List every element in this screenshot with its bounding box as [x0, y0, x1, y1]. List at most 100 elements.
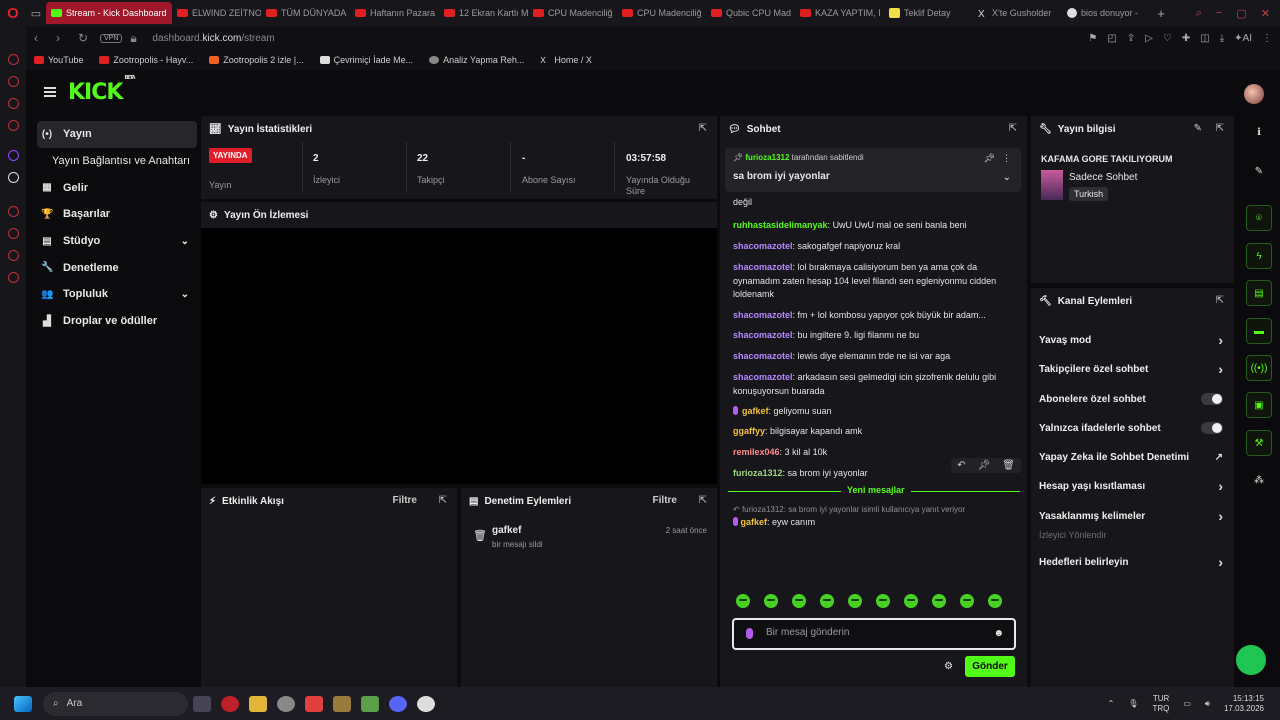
channel-action-item[interactable]: Abonelere özel sohbet	[1039, 389, 1223, 409]
chevron-down-icon[interactable]: ⌄	[181, 236, 189, 247]
chat-username[interactable]: shacomazotel	[733, 241, 793, 251]
chat-username[interactable]: shacomazotel	[733, 262, 793, 272]
browser-tab[interactable]: X X'te Gusholder	[973, 2, 1062, 24]
popout-icon[interactable]: ⇱	[439, 495, 447, 506]
language-indicator[interactable]: TUR TRQ	[1152, 694, 1169, 714]
chat-settings-icon[interactable]: ⚙	[944, 661, 953, 672]
channel-action-item[interactable]: Hesap yaşı kısıtlaması ›	[1039, 476, 1223, 496]
x-icon[interactable]	[8, 172, 19, 183]
chat-username[interactable]: gafkef	[741, 517, 768, 527]
goals-item[interactable]: Hedefleri belirleyin ›	[1039, 552, 1223, 572]
video-preview[interactable]	[201, 228, 717, 484]
pinned-message[interactable]: 📌︎ furioza1312 tarafından sabitlendi sa …	[725, 148, 1021, 192]
kick-logo[interactable]: KICKBETA	[68, 75, 136, 105]
help-button[interactable]	[1236, 645, 1266, 675]
nav-item[interactable]: ▤ Stüdyo ⌄	[37, 228, 197, 255]
chat-username[interactable]: shacomazotel	[733, 310, 793, 320]
chevron-down-icon[interactable]: ⌄	[181, 289, 189, 300]
stream-category[interactable]: Sadece Sohbet	[1069, 172, 1137, 183]
maximize-button[interactable]: ▢	[1236, 7, 1246, 20]
opera-logo-icon[interactable]: O	[0, 5, 26, 22]
sidebar-app-icon[interactable]	[8, 54, 19, 65]
app-icon[interactable]	[277, 695, 295, 712]
settings-icon[interactable]	[8, 272, 19, 283]
chevron-down-icon[interactable]: ⌄	[1003, 172, 1011, 183]
bookmark-item[interactable]: Zootropolis - Hayv...	[99, 55, 193, 65]
mod-log-user[interactable]: gafkef	[492, 525, 521, 536]
toggle-switch[interactable]	[1201, 422, 1223, 434]
nav-item[interactable]: (•) Yayın	[37, 121, 197, 148]
channel-action-item[interactable]: Yavaş mod ›	[1039, 330, 1223, 350]
bookmark-item[interactable]: X Home / X	[540, 55, 592, 65]
taskbar-search[interactable]: ⌕ Ara	[43, 691, 188, 716]
play-icon[interactable]: ▷	[1145, 33, 1153, 44]
close-button[interactable]: ✕	[1261, 7, 1270, 20]
popout-icon[interactable]: ⇱	[1216, 123, 1224, 134]
forward-icon[interactable]: ›	[56, 31, 70, 45]
browser-tab[interactable]: CPU Madenciliğ	[528, 2, 617, 24]
windows-start-icon[interactable]	[14, 695, 32, 712]
chat-username[interactable]: gafkef	[742, 406, 769, 416]
send-button[interactable]: Gönder	[965, 656, 1015, 677]
vpn-badge[interactable]: VPN	[100, 33, 123, 43]
bookmark-icon[interactable]: ⚑	[1088, 33, 1097, 44]
emote-icon[interactable]	[988, 594, 1002, 608]
volume-icon[interactable]: 🔊︎	[1205, 699, 1210, 709]
channel-action-item[interactable]: Takipçilere özel sohbet ›	[1039, 359, 1223, 379]
screenshot-icon[interactable]: ⌾	[1246, 205, 1272, 231]
browser-tab[interactable]: ELWIND ZEİTNO	[172, 2, 261, 24]
broadcast-icon[interactable]: ((•))	[1246, 355, 1272, 381]
pin-icon[interactable]: 📌︎	[978, 460, 991, 471]
chat-username[interactable]: ruhhastasidelimanyak	[733, 220, 828, 230]
wrench-icon[interactable]: ⚒	[1246, 430, 1272, 456]
browser-tab[interactable]: 12 Ekran Kartlı M	[439, 2, 528, 24]
app-icon[interactable]	[333, 695, 351, 712]
nav-item[interactable]: Yayın Bağlantısı ve Anahtarı	[37, 148, 197, 175]
emote-icon[interactable]	[764, 594, 778, 608]
nav-item[interactable]: ▟ Droplar ve ödüller	[37, 308, 197, 335]
wallet-icon[interactable]: ◫	[1200, 33, 1209, 44]
new-tab-button[interactable]: +	[1151, 6, 1171, 21]
app-icon[interactable]	[361, 695, 379, 712]
unpin-icon[interactable]: 📌︎	[984, 153, 995, 164]
edit-icon[interactable]: ✎	[1246, 158, 1272, 184]
browser-tab[interactable]: Qubic CPU Mad	[706, 2, 795, 24]
browser-tab[interactable]: CPU Madenciliğ	[617, 2, 706, 24]
sidebar-app-icon[interactable]	[8, 76, 19, 87]
emote-icon[interactable]	[932, 594, 946, 608]
chat-username[interactable]: furioza1312	[733, 468, 783, 478]
menu-icon[interactable]: ⋮	[1262, 33, 1272, 44]
nav-item[interactable]: 👥 Topluluk ⌄	[37, 281, 197, 308]
history-icon[interactable]	[8, 228, 19, 239]
toggle-switch[interactable]	[1201, 393, 1223, 405]
sidebar-app-icon[interactable]	[8, 206, 19, 217]
emote-icon[interactable]	[820, 594, 834, 608]
popout-icon[interactable]: ⇱	[1009, 123, 1017, 134]
popout-icon[interactable]: ⇱	[699, 123, 707, 134]
edit-icon[interactable]: ✎	[1194, 123, 1202, 134]
download-icon[interactable]: ⤓	[1220, 33, 1224, 44]
sidebar-app-icon[interactable]	[8, 250, 19, 261]
emote-icon[interactable]	[876, 594, 890, 608]
notes-icon[interactable]: ▤	[1246, 280, 1272, 306]
browser-tab[interactable]: Haftanın Pazara	[350, 2, 439, 24]
browser-tab[interactable]: KAZA YAPTIM, I	[795, 2, 884, 24]
snapshot-icon[interactable]: ◰	[1107, 33, 1116, 44]
bookmark-item[interactable]: Çevrimiçi İade Me...	[319, 55, 413, 65]
browser-tab[interactable]: Stream - Kick Dashboard	[46, 2, 172, 24]
filter-button[interactable]: Filtre	[393, 495, 417, 506]
bookmark-item[interactable]: Analiz Yapma Reh...	[429, 55, 524, 65]
sidebar-app-icon[interactable]	[8, 98, 19, 109]
network-icon[interactable]: ▭	[1183, 699, 1191, 708]
extensions-icon[interactable]: ✚	[1182, 33, 1190, 44]
heart-icon[interactable]: ♡	[1163, 33, 1172, 44]
emote-icon[interactable]	[904, 594, 918, 608]
chevron-up-icon[interactable]: ⌃	[1108, 699, 1115, 708]
channel-action-item[interactable]: Yapay Zeka ile Sohbet Denetimi ↗	[1039, 447, 1223, 467]
filter-button[interactable]: Filtre	[653, 495, 677, 506]
users-icon[interactable]: ⁂	[1246, 467, 1272, 493]
share-icon[interactable]: ⇪	[1127, 33, 1135, 44]
url-field[interactable]: dashboard.kick.com/stream	[152, 33, 274, 44]
more-icon[interactable]: ⋮	[1002, 153, 1011, 164]
bookmark-item[interactable]: Zootropolis 2 izle |...	[209, 55, 304, 65]
